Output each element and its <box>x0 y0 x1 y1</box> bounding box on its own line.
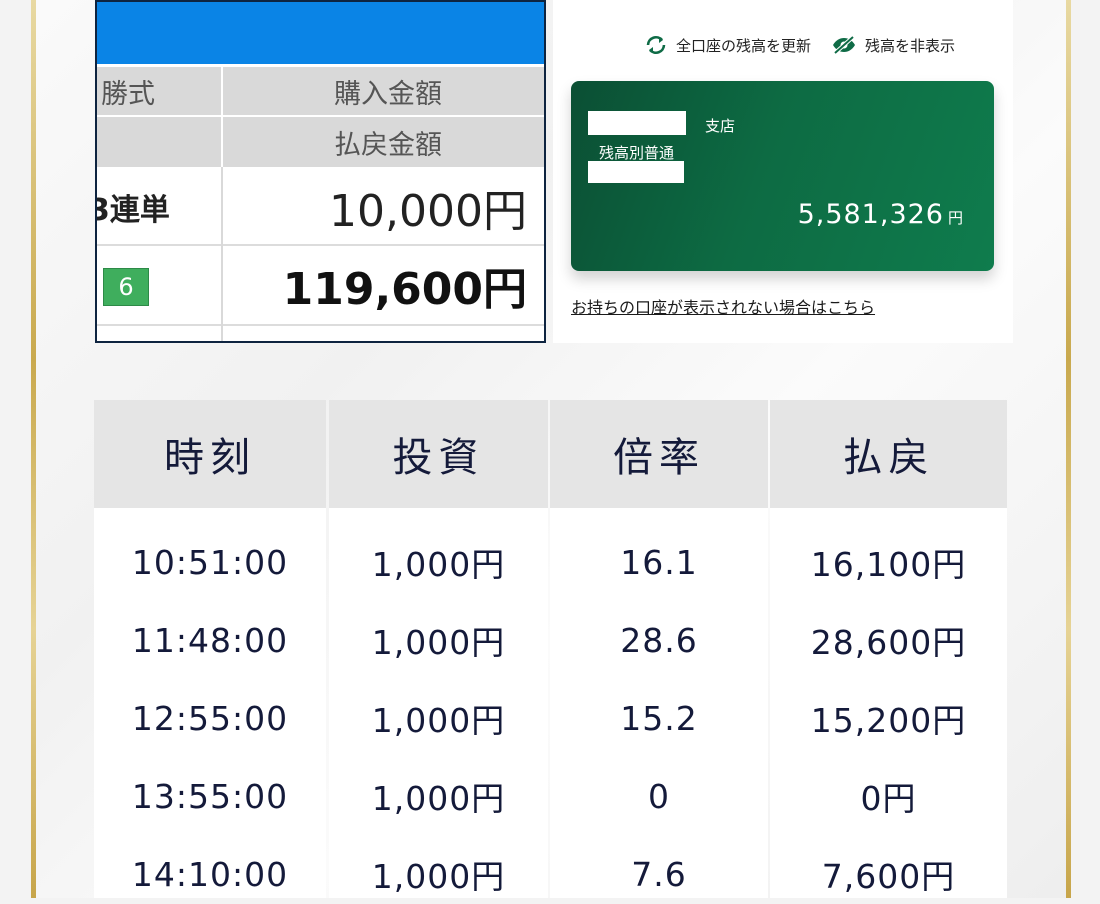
results-header-cell: 時刻 <box>94 400 326 508</box>
results-header-cell: 払戻 <box>770 400 1007 508</box>
account-actions: 全口座の残高を更新 残高を非表示 <box>644 34 955 56</box>
results-column: 時刻 10:51:00 11:48:00 12:55:00 13:55:00 14:10:… <box>94 400 326 898</box>
ticket-payout: 119,600円 <box>227 247 527 322</box>
results-cell: 7,600円 <box>821 857 956 896</box>
branch-label: 支店 <box>705 117 736 135</box>
results-table: 時刻 10:51:00 11:48:00 12:55:00 13:55:00 14:10:… <box>94 400 1007 898</box>
results-column: 投資 1,000円 1,000円 1,000円 1,000円 1,000円 <box>329 400 548 898</box>
ticket-header-bar <box>97 2 544 64</box>
boat-number-badge: 6 <box>103 268 149 306</box>
frame-right-border <box>1066 0 1071 898</box>
redacted-account-number <box>588 161 684 183</box>
ticket-header-payout: 払戻金額 <box>223 117 544 167</box>
results-cell: 1,000円 <box>371 701 506 740</box>
results-cell: 13:55:00 <box>131 776 289 816</box>
results-cell: 16,100円 <box>810 545 967 584</box>
results-column: 払戻 16,100円 28,600円 15,200円 0円 7,600円 <box>770 400 1007 898</box>
results-cell: 0円 <box>860 779 917 818</box>
results-cell: 1,000円 <box>371 857 506 896</box>
results-cell: 7.6 <box>631 854 687 894</box>
ticket-column-divider <box>221 167 223 341</box>
refresh-balance-button[interactable]: 全口座の残高を更新 <box>644 34 811 56</box>
account-balance: 5,581,326 円 <box>798 199 964 230</box>
results-cell: 1,000円 <box>371 779 506 818</box>
balance-amount: 5,581,326 <box>797 199 944 230</box>
balance-currency: 円 <box>947 209 964 227</box>
results-cell: 1,000円 <box>371 623 506 662</box>
results-column-body: 16.1 28.6 15.2 0 7.6 <box>550 508 768 898</box>
ticket-header-amount: 購入金額 <box>223 67 544 115</box>
results-cell: 1,000円 <box>371 545 506 584</box>
eye-off-icon <box>833 35 856 55</box>
hide-balance-button[interactable]: 残高を非表示 <box>831 35 955 56</box>
account-card[interactable]: 支店 残高別普通 5,581,326 円 <box>571 81 994 271</box>
results-cell: 12:55:00 <box>131 698 289 738</box>
results-cell: 0 <box>648 776 670 816</box>
hide-balance-label: 残高を非表示 <box>865 36 956 55</box>
ticket-header-bettype: 勝式 <box>97 67 221 115</box>
ticket-row-divider <box>97 324 544 326</box>
results-cell: 14:10:00 <box>131 854 289 894</box>
refresh-balance-label: 全口座の残高を更新 <box>676 36 812 55</box>
results-cell: 16.1 <box>620 542 698 582</box>
missing-account-link[interactable]: お持ちの口座が表示されない場合はこちら <box>571 294 875 318</box>
results-cell: 10:51:00 <box>131 542 289 582</box>
results-header-cell: 投資 <box>329 400 548 508</box>
ticket-header-blank <box>97 117 221 167</box>
ticket-row-divider <box>97 244 544 246</box>
ticket-amount: 10,000円 <box>227 172 527 242</box>
results-cell: 15,200円 <box>810 701 967 740</box>
refresh-icon <box>646 36 666 54</box>
results-column-body: 16,100円 28,600円 15,200円 0円 7,600円 <box>770 508 1007 898</box>
bet-ticket-screenshot: 勝式 購入金額 払戻金額 3連単 10,000円 6 119,600円 <box>95 0 546 343</box>
results-cell: 15.2 <box>620 698 698 738</box>
results-column-body: 10:51:00 11:48:00 12:55:00 13:55:00 14:10:00 <box>94 508 326 898</box>
results-cell: 28.6 <box>620 620 698 660</box>
redacted-branch-name <box>588 111 686 135</box>
results-cell: 11:48:00 <box>131 620 289 660</box>
results-cell: 28,600円 <box>810 623 967 662</box>
account-type-label: 残高別普通 <box>599 144 675 162</box>
results-column: 倍率 16.1 28.6 15.2 0 7.6 <box>550 400 768 898</box>
results-column-body: 1,000円 1,000円 1,000円 1,000円 1,000円 <box>329 508 548 898</box>
results-header-cell: 倍率 <box>550 400 768 508</box>
ticket-bettype: 3連単 <box>97 172 217 242</box>
